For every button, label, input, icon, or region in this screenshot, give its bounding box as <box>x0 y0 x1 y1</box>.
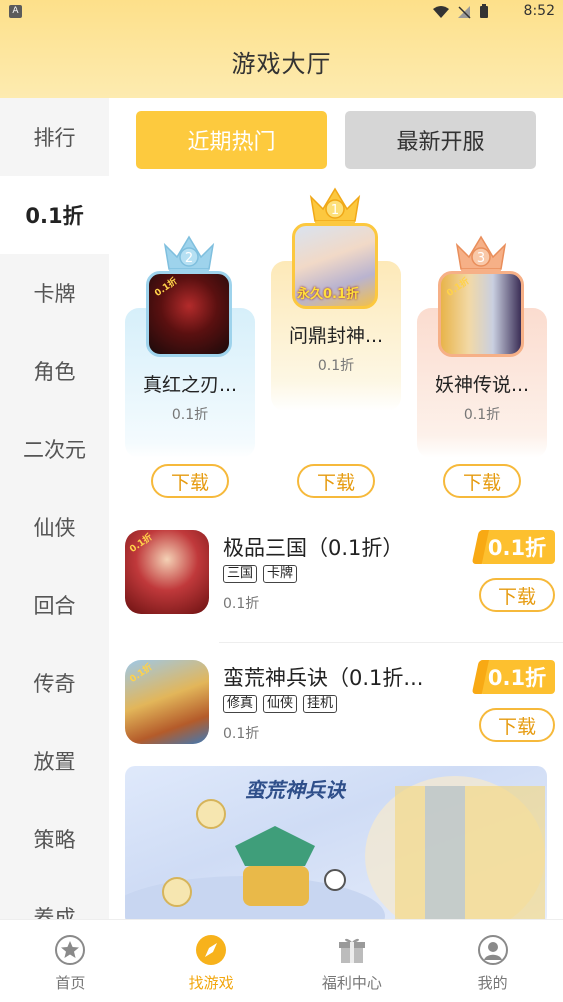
sidebar-item-turn-based[interactable]: 回合 <box>0 566 109 644</box>
status-icons <box>433 4 489 19</box>
promo-banner[interactable]: 蛮荒神兵诀 <box>125 766 547 919</box>
rank-number: 1 <box>331 203 339 218</box>
game-list-item[interactable]: 0.1折 极品三国（0.1折） 三国 卡牌 0.1折 0.1折 下载 <box>125 530 555 640</box>
game-tag: 三国 <box>223 565 258 583</box>
download-button[interactable]: 下载 <box>479 708 555 742</box>
compass-icon <box>196 935 227 965</box>
discount-badge-text: 0.1折 <box>487 666 547 690</box>
header: A 8:52 游戏大厅 <box>0 0 563 98</box>
game-icon-jipin-sanguo: 0.1折 <box>125 530 209 614</box>
crown-bronze-icon: 3 <box>455 235 507 274</box>
discount-badge-text: 0.1折 <box>487 536 547 560</box>
rank-number: 3 <box>477 251 485 266</box>
download-button[interactable]: 下载 <box>443 464 521 498</box>
sidebar-item-nurture[interactable]: 养成 <box>0 878 109 919</box>
game-tag: 修真 <box>223 695 258 713</box>
notification-badge: A <box>9 5 22 18</box>
nav-welfare[interactable]: 福利中心 <box>282 920 423 1002</box>
download-button[interactable]: 下载 <box>151 464 229 498</box>
nav-find-games[interactable]: 找游戏 <box>141 920 282 1002</box>
sidebar-item-idle[interactable]: 放置 <box>0 722 109 800</box>
nav-label: 首页 <box>55 974 86 992</box>
star-icon <box>55 935 86 965</box>
icon-discount-label: 永久0.1折 <box>297 287 360 302</box>
tab-recent-hot[interactable]: 近期热门 <box>136 111 327 169</box>
game-name: 极品三国（0.1折） <box>223 536 404 560</box>
user-icon <box>477 935 508 965</box>
game-tags: 三国 卡牌 <box>223 565 298 583</box>
ranking-podium: 2 0.1折 真红之刃... 0.1折 下载 1 永久0.1折 问鼎封神... … <box>109 178 563 508</box>
game-name: 蛮荒神兵诀（0.1折... <box>223 666 424 690</box>
icon-discount-label: 0.1折 <box>128 532 155 555</box>
sidebar-item-strategy[interactable]: 策略 <box>0 800 109 878</box>
sidebar-item-role[interactable]: 角色 <box>0 332 109 410</box>
podium-game-name: 真红之刃... <box>142 374 238 396</box>
sidebar-item-card[interactable]: 卡牌 <box>0 254 109 332</box>
rank-number: 2 <box>185 251 193 266</box>
game-list-item[interactable]: 0.1折 蛮荒神兵诀（0.1折... 修真 仙侠 挂机 0.1折 0.1折 下载 <box>125 660 555 770</box>
game-tag: 卡牌 <box>263 565 298 583</box>
download-button[interactable]: 下载 <box>297 464 375 498</box>
icon-discount-label: 0.1折 <box>153 276 180 299</box>
icon-discount-label: 0.1折 <box>128 662 155 685</box>
podium-game-name: 妖神传说... <box>434 374 530 396</box>
icon-discount-label: 0.1折 <box>445 276 472 299</box>
nav-label: 福利中心 <box>321 974 382 992</box>
game-discount: 0.1折 <box>223 596 260 612</box>
discount-badge: 0.1折 <box>479 660 555 694</box>
bottom-nav: 首页 找游戏 福利中心 我的 <box>0 919 563 1002</box>
game-discount: 0.1折 <box>223 726 260 742</box>
nav-label: 我的 <box>477 974 508 992</box>
game-icon-manhuang: 0.1折 <box>125 660 209 744</box>
status-bar: A 8:52 <box>0 0 563 24</box>
game-tag: 仙侠 <box>263 695 298 713</box>
podium-game-discount: 0.1折 <box>463 407 501 423</box>
nav-profile[interactable]: 我的 <box>422 920 563 1002</box>
sidebar-item-ranking[interactable]: 排行 <box>0 98 109 176</box>
download-button[interactable]: 下载 <box>479 578 555 612</box>
sidebar-item-discount[interactable]: 0.1折 <box>0 176 109 254</box>
podium-game-name: 问鼎封神... <box>288 325 384 347</box>
sidebar-item-xianxia[interactable]: 仙侠 <box>0 488 109 566</box>
game-icon-yaoshen[interactable]: 0.1折 <box>438 271 524 357</box>
discount-badge: 0.1折 <box>479 530 555 564</box>
game-icon-wending[interactable]: 永久0.1折 <box>292 223 378 309</box>
wifi-icon <box>433 5 449 18</box>
battery-icon <box>480 4 488 18</box>
divider <box>219 642 563 643</box>
main-content: 近期热门 最新开服 2 0.1折 真红之刃... 0.1折 下载 1 永久0.1… <box>109 98 563 919</box>
tab-bar: 近期热门 最新开服 <box>136 111 536 169</box>
game-tag: 挂机 <box>303 695 338 713</box>
game-icon-zhenhong[interactable]: 0.1折 <box>146 271 232 357</box>
app-screen: A 8:52 游戏大厅 排行 0.1折 卡牌 角色 二次元 仙侠 回合 传奇 放… <box>0 0 563 1002</box>
nav-home[interactable]: 首页 <box>0 920 141 1002</box>
sidebar-item-legend[interactable]: 传奇 <box>0 644 109 722</box>
signal-off-icon <box>458 5 471 19</box>
sidebar-item-anime[interactable]: 二次元 <box>0 410 109 488</box>
page-title: 游戏大厅 <box>231 50 332 78</box>
nav-label: 找游戏 <box>188 974 234 992</box>
tab-new-servers[interactable]: 最新开服 <box>345 111 536 169</box>
crown-gold-icon: 1 <box>309 187 361 226</box>
banner-title: 蛮荒神兵诀 <box>245 778 345 802</box>
podium-game-discount: 0.1折 <box>171 407 209 423</box>
category-sidebar: 排行 0.1折 卡牌 角色 二次元 仙侠 回合 传奇 放置 策略 养成 <box>0 98 109 919</box>
gift-icon <box>338 938 365 963</box>
status-time: 8:52 <box>523 3 555 19</box>
podium-game-discount: 0.1折 <box>317 358 355 374</box>
crown-silver-icon: 2 <box>163 235 215 274</box>
game-tags: 修真 仙侠 挂机 <box>223 695 338 713</box>
